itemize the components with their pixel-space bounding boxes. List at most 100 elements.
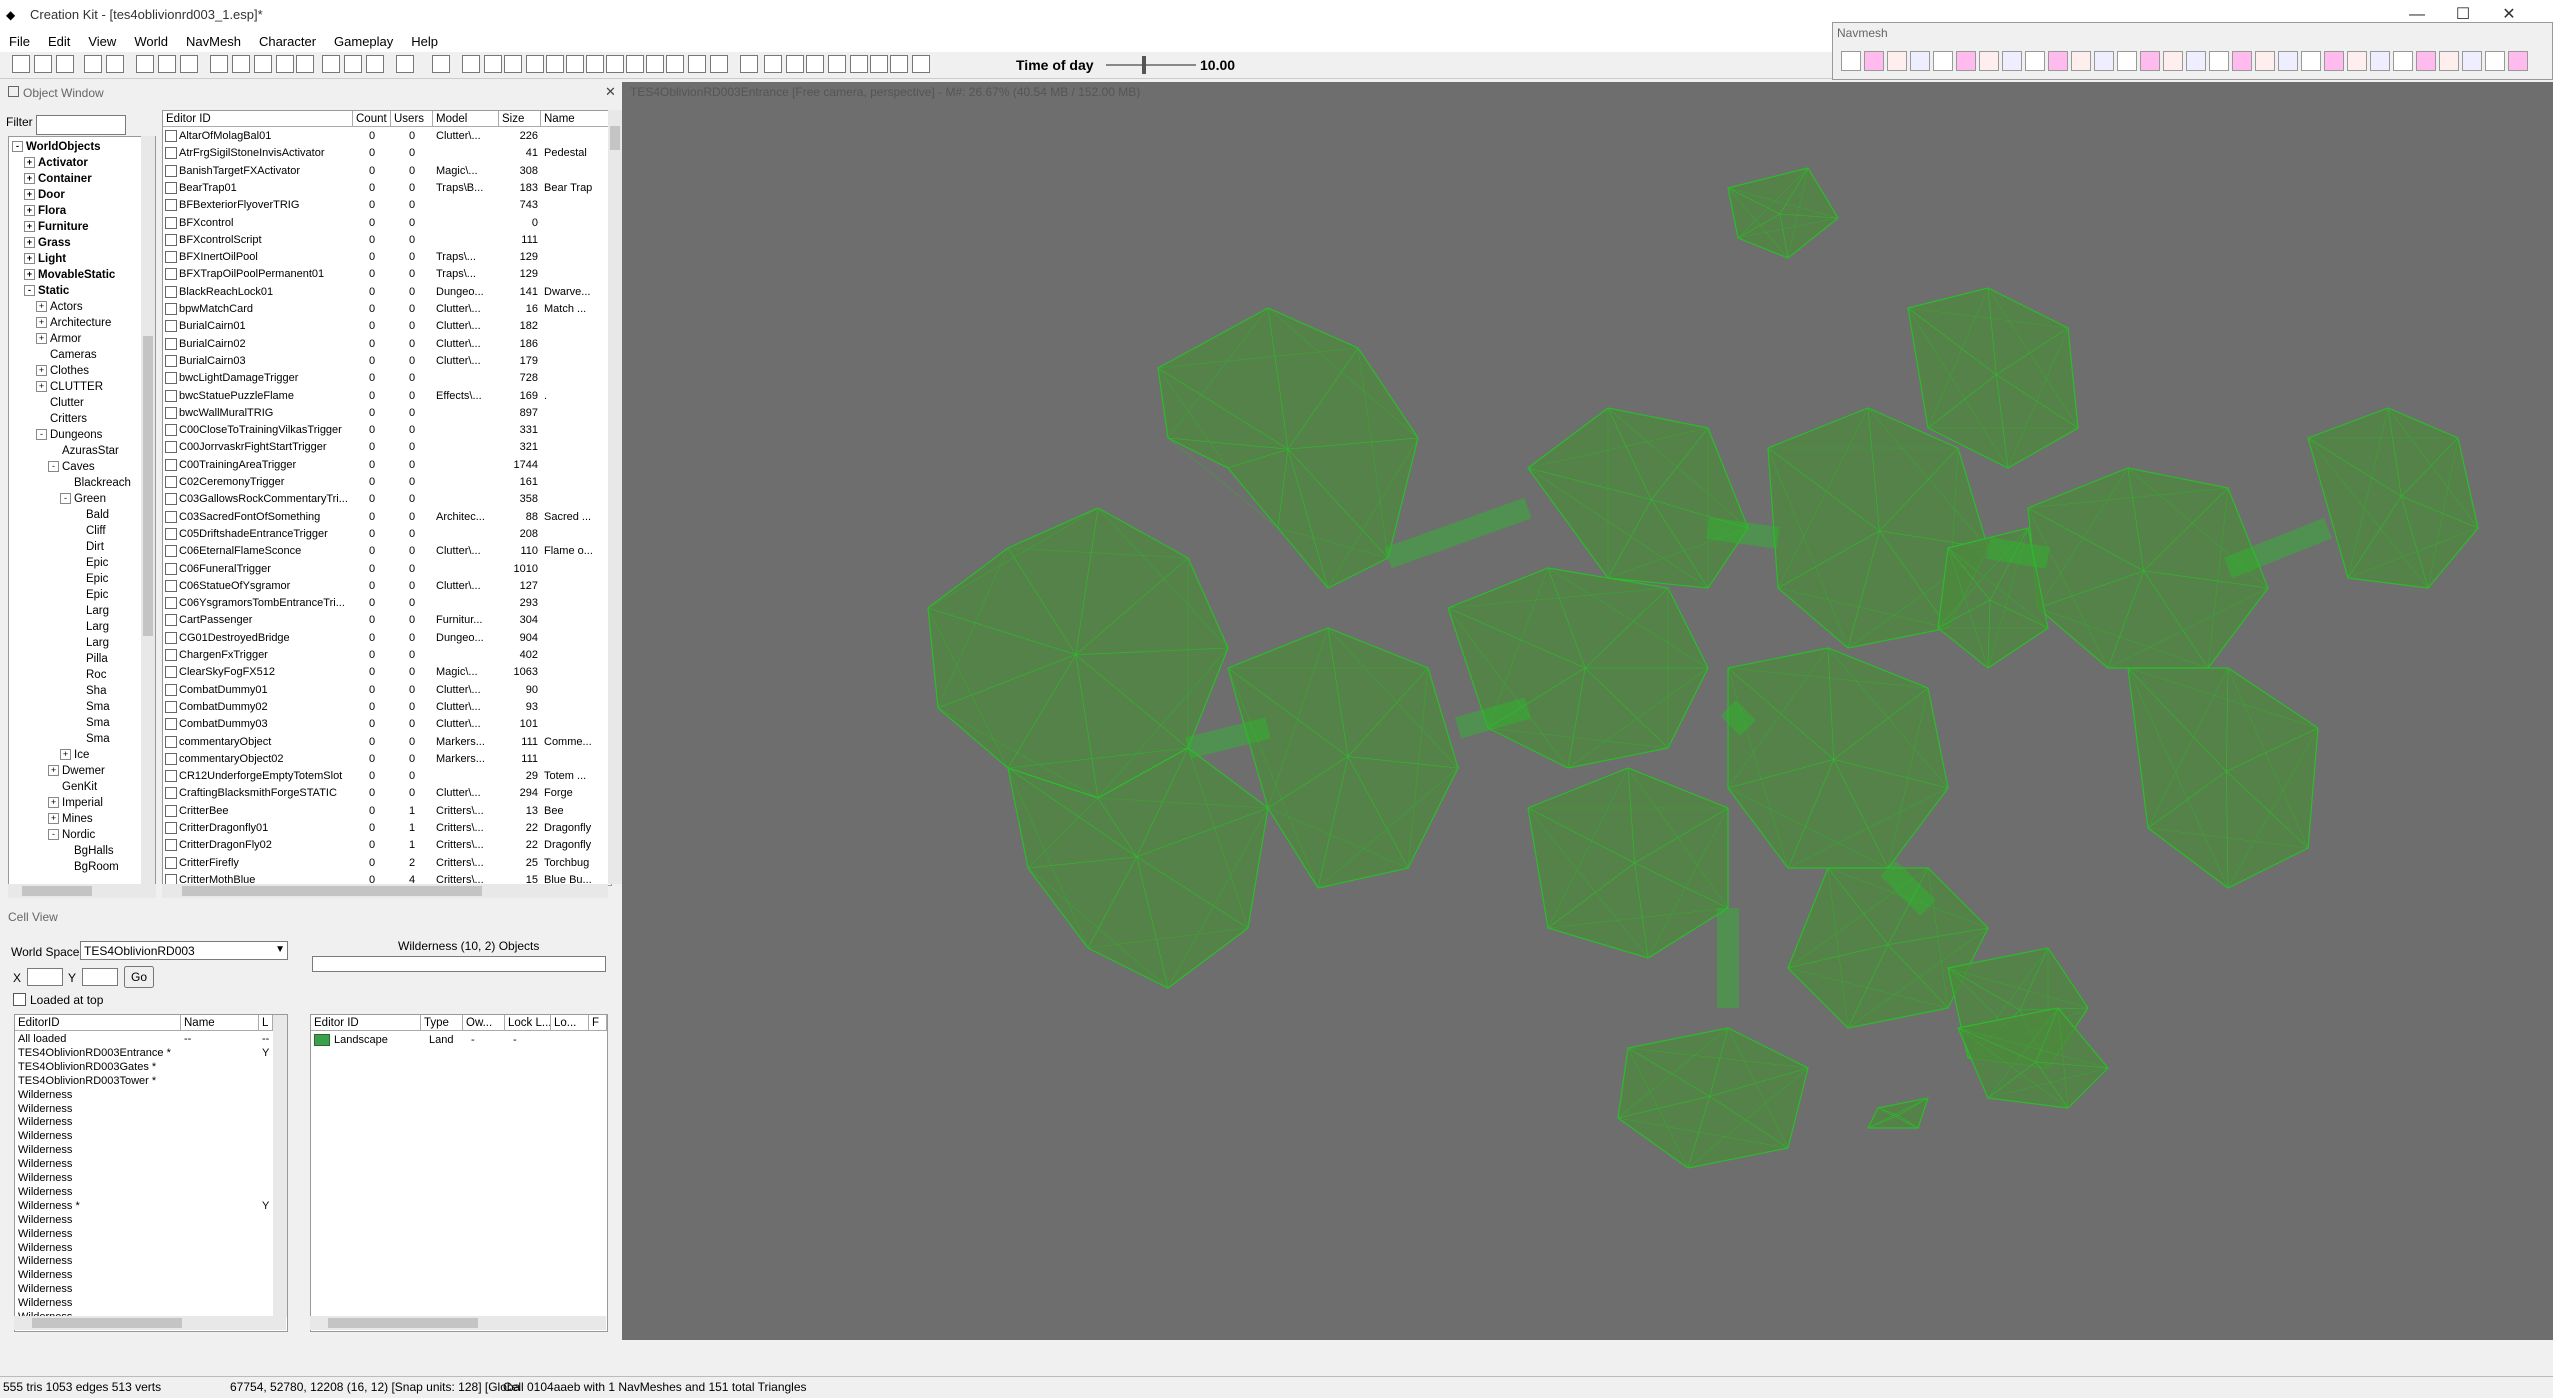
expand-icon[interactable]: + (60, 749, 71, 761)
toolbar-tool-icon[interactable] (710, 55, 728, 73)
expand-icon[interactable]: + (24, 189, 35, 201)
tree-node[interactable]: Larg (72, 635, 109, 651)
tree-node[interactable]: AzurasStar (48, 443, 119, 459)
toolbar-tool-icon[interactable] (786, 55, 804, 73)
table-row[interactable]: commentaryObject02 0 0 Markers... 111 (163, 751, 611, 768)
collapse-icon[interactable]: - (24, 285, 35, 297)
navmesh-tool-icon[interactable] (2186, 51, 2206, 71)
tree-node[interactable]: - Caves (48, 459, 95, 475)
object-category-tree[interactable]: - WorldObjects + Activator + Container + Door + F… (8, 136, 156, 886)
navmesh-region[interactable] (1007, 747, 1269, 989)
cell-list-item[interactable]: Wilderness (18, 1296, 72, 1310)
tree-node[interactable]: Clutter (36, 395, 84, 411)
navmesh-tool-icon[interactable] (2140, 51, 2160, 71)
cell-list-item[interactable]: Wilderness (18, 1227, 72, 1241)
tree-node[interactable]: Pilla (72, 651, 108, 667)
toolbar-tool-icon[interactable] (34, 55, 52, 73)
tree-node[interactable]: + Armor (36, 331, 81, 347)
menu-navmesh[interactable]: NavMesh (177, 30, 250, 49)
expand-icon[interactable]: + (24, 221, 35, 233)
toolbar-tool-icon[interactable] (850, 55, 868, 73)
menu-world[interactable]: World (125, 30, 177, 49)
tree-node[interactable]: Bald (72, 507, 109, 523)
toolbar-tool-icon[interactable] (586, 55, 604, 73)
tree-node[interactable]: BgHalls (60, 843, 114, 859)
tree-node[interactable]: + Imperial (48, 795, 103, 811)
tree-node[interactable]: + Light (24, 251, 66, 267)
tree-node[interactable]: + Container (24, 171, 92, 187)
navmesh-tool-icon[interactable] (1910, 51, 1930, 71)
tree-node[interactable]: Cameras (36, 347, 97, 363)
cell-list-item[interactable]: Wilderness (18, 1088, 72, 1102)
navmesh-wireframe[interactable] (628, 108, 2547, 1340)
table-row[interactable]: C03SacredFontOfSomething 0 0 Architec... 88 S… (163, 509, 611, 526)
cell-list-item[interactable]: Wilderness (18, 1115, 72, 1129)
object-list[interactable]: Editor ID Count Users Model Size Name AltarOfM… (162, 110, 612, 886)
table-row[interactable]: BFXcontrolScript 0 0 111 (163, 232, 611, 249)
table-row[interactable]: BFXTrapOilPoolPermanent01 0 0 Traps\... 129 (163, 266, 611, 283)
toolbar-tool-icon[interactable] (566, 55, 584, 73)
navmesh-tool-icon[interactable] (2163, 51, 2183, 71)
table-row[interactable]: BFBexteriorFlyoverTRIG 0 0 743 (163, 197, 611, 214)
cell-objects-filter[interactable] (312, 956, 606, 972)
toolbar-tool-icon[interactable] (180, 55, 198, 73)
expand-icon[interactable]: + (48, 813, 59, 825)
cell-object-column-header[interactable]: Lo... (551, 1015, 589, 1031)
toolbar-tool-icon[interactable] (276, 55, 294, 73)
cell-column-header[interactable]: EditorID (15, 1015, 181, 1031)
table-row[interactable]: C05DriftshadeEntranceTrigger 0 0 208 (163, 526, 611, 543)
navmesh-tool-icon[interactable] (2025, 51, 2045, 71)
table-row[interactable]: C06YsgramorsTombEntranceTri... 0 0 293 (163, 595, 611, 612)
navmesh-tool-icon[interactable] (2416, 51, 2436, 71)
render-viewport[interactable] (628, 108, 2547, 1340)
menu-help[interactable]: Help (402, 30, 447, 49)
table-row[interactable]: CritterDragonfly01 0 1 Critters\... 22 Dragon… (163, 820, 611, 837)
table-row[interactable]: C06StatueOfYsgramor 0 0 Clutter\... 127 (163, 578, 611, 595)
table-row[interactable]: C06FuneralTrigger 0 0 1010 (163, 561, 611, 578)
cell-list-horizontal-scrollbar[interactable] (14, 1316, 286, 1330)
toolbar-tool-icon[interactable] (210, 55, 228, 73)
table-row[interactable]: bwcWallMuralTRIG 0 0 897 (163, 405, 611, 422)
tree-node[interactable]: Sma (72, 715, 110, 731)
toolbar-tool-icon[interactable] (136, 55, 154, 73)
tree-node[interactable]: Roc (72, 667, 106, 683)
cell-list-item[interactable]: Wilderness * (18, 1199, 80, 1213)
navmesh-region[interactable] (1727, 167, 1839, 259)
tree-node[interactable]: - Dungeons (36, 427, 102, 443)
tree-node[interactable]: Cliff (72, 523, 106, 539)
navmesh-region[interactable] (1227, 627, 1459, 889)
table-row[interactable]: CritterFirefly 0 2 Critters\... 25 Torchbug (163, 855, 611, 872)
table-row[interactable]: C03GallowsRockCommentaryTri... 0 0 358 (163, 491, 611, 508)
navmesh-tool-icon[interactable] (2094, 51, 2114, 71)
toolbar-tool-icon[interactable] (106, 55, 124, 73)
menu-view[interactable]: View (79, 30, 125, 49)
toolbar-tool-icon[interactable] (546, 55, 564, 73)
cell-object-list-horizontal-scrollbar[interactable] (310, 1316, 606, 1330)
cell-list-item[interactable]: Wilderness (18, 1171, 72, 1185)
navmesh-region[interactable] (1527, 407, 1749, 589)
expand-icon[interactable]: + (24, 253, 35, 265)
cell-object-column-header[interactable]: Lock L... (505, 1015, 551, 1031)
table-row[interactable]: CG01DestroyedBridge 0 0 Dungeo... 904 (163, 630, 611, 647)
collapse-icon[interactable]: - (48, 461, 59, 473)
toolbar-tool-icon[interactable] (366, 55, 384, 73)
table-row[interactable]: BanishTargetFXActivator 0 0 Magic\... 308 (163, 163, 611, 180)
collapse-icon[interactable]: - (60, 493, 71, 505)
tree-node[interactable]: Sha (72, 683, 106, 699)
cell-object-column-header[interactable]: Type (421, 1015, 463, 1031)
cell-list-item[interactable]: Wilderness (18, 1254, 72, 1268)
table-row[interactable]: BFXcontrol 0 0 0 (163, 215, 611, 232)
expand-icon[interactable]: + (36, 301, 47, 313)
toolbar-tool-icon[interactable] (626, 55, 644, 73)
tree-node[interactable]: - Green (60, 491, 106, 507)
table-row[interactable]: bwcStatuePuzzleFlame 0 0 Effects\... 169. (163, 388, 611, 405)
navmesh-tool-icon[interactable] (2393, 51, 2413, 71)
toolbar-tool-icon[interactable] (254, 55, 272, 73)
tree-node[interactable]: + Furniture (24, 219, 88, 235)
tree-node[interactable]: GenKit (48, 779, 97, 795)
tree-vertical-scrollbar[interactable] (141, 136, 155, 884)
table-row[interactable]: CombatDummy03 0 0 Clutter\... 101 (163, 716, 611, 733)
cell-list[interactable]: EditorID Name L All loaded -- -- TES4OblivionR… (14, 1014, 288, 1332)
table-row[interactable]: BearTrap01 0 0 Traps\B... 183 Bear Trap (163, 180, 611, 197)
expand-icon[interactable]: + (48, 797, 59, 809)
